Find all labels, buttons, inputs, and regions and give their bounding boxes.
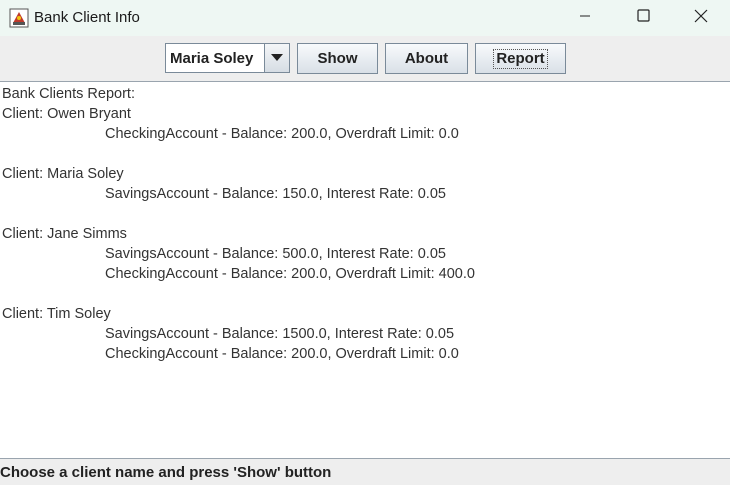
chevron-down-icon <box>271 49 283 67</box>
account-line: SavingsAccount - Balance: 150.0, Interes… <box>105 186 446 202</box>
account-line: SavingsAccount - Balance: 1500.0, Intere… <box>105 326 455 342</box>
close-button[interactable] <box>672 0 730 36</box>
client-select-value: Maria Soley <box>170 50 254 67</box>
account-line: SavingsAccount - Balance: 500.0, Interes… <box>105 246 446 262</box>
account-line: CheckingAccount - Balance: 200.0, Overdr… <box>105 346 459 362</box>
report-button-label: Report <box>493 48 548 69</box>
show-button[interactable]: Show <box>297 43 378 74</box>
window-title: Bank Client Info <box>34 9 140 26</box>
title-bar: Bank Client Info <box>0 0 730 36</box>
report-text-area[interactable]: Bank Clients Report: Client: Owen Bryant… <box>0 81 730 459</box>
account-line: CheckingAccount - Balance: 200.0, Overdr… <box>105 126 459 142</box>
client-select[interactable]: Maria Soley <box>165 43 290 73</box>
show-button-label: Show <box>317 50 358 67</box>
minimize-icon <box>579 9 591 27</box>
account-line: CheckingAccount - Balance: 200.0, Overdr… <box>105 266 475 282</box>
report-button[interactable]: Report <box>475 43 566 74</box>
maximize-button[interactable] <box>614 0 672 36</box>
status-bar-text: Choose a client name and press 'Show' bu… <box>0 464 332 481</box>
app-icon[interactable] <box>9 8 29 28</box>
about-button[interactable]: About <box>385 43 468 74</box>
client-select-arrow[interactable] <box>264 44 289 72</box>
toolbar: Maria Soley Show About Report <box>0 36 730 81</box>
report-header: Bank Clients Report: <box>2 86 135 102</box>
close-icon <box>694 9 708 28</box>
minimize-button[interactable] <box>556 0 614 36</box>
client-line: Client: Maria Soley <box>2 166 124 182</box>
about-button-label: About <box>404 50 449 67</box>
client-line: Client: Owen Bryant <box>2 106 131 122</box>
client-line: Client: Tim Soley <box>2 306 111 322</box>
client-line: Client: Jane Simms <box>2 226 127 242</box>
maximize-icon <box>636 9 650 27</box>
